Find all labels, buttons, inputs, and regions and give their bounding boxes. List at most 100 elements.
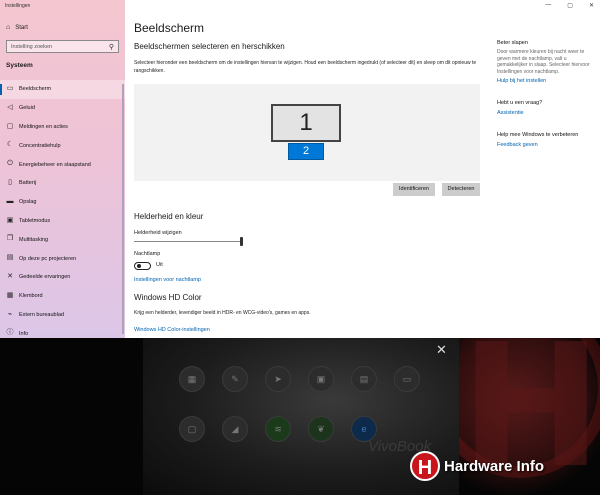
spotify-icon: ≋	[265, 416, 291, 442]
arrange-description: Selecteer hieronder een beeldscherm om d…	[134, 60, 477, 74]
sidebar-item-geluid[interactable]: ◁ Geluid	[0, 99, 125, 118]
sidebar-item-label: Multitasking	[19, 236, 49, 243]
moon-icon: ☾	[6, 141, 14, 149]
improve-title: Help mee Windows te verbeteren	[497, 132, 579, 138]
tablet-icon: ▣	[6, 216, 14, 224]
close-button[interactable]: ✕	[589, 2, 594, 9]
sidebar-item-klembord[interactable]: ▦ Klembord	[0, 287, 125, 306]
hardware-info-logo-text: Hardware Info	[444, 457, 545, 475]
sidebar-item-label: Batterij	[19, 180, 37, 187]
sidebar-item-label: Extern bureaublad	[19, 311, 64, 318]
sidebar: Instellingen ⌂ Start Instelling zoeken ⚲…	[0, 0, 125, 338]
related-panel: Beter slapen Door warmere kleuren bij na…	[497, 40, 595, 148]
search-icon: ⚲	[108, 44, 114, 51]
lock-app-icon: ▢	[179, 416, 205, 442]
sidebar-item-energiebeheer-en-slaapstand[interactable]: ⏻ Energiebeheer en slaapstand	[0, 155, 125, 174]
window-controls: — ▢ ✕	[545, 2, 594, 9]
sleep-help-link[interactable]: Hulp bij het instellen	[497, 78, 595, 84]
search-placeholder: Instelling zoeken	[11, 44, 52, 50]
detect-button[interactable]: Detecteren	[442, 183, 480, 196]
arrange-heading: Beeldschermen selecteren en herschikken	[134, 42, 285, 51]
maximize-button[interactable]: ▢	[567, 2, 573, 9]
sidebar-item-label: Klembord	[19, 293, 43, 300]
assistance-link[interactable]: Assistentie	[497, 110, 595, 116]
project-icon: ▤	[6, 254, 14, 262]
brightness-label: Helderheid wijzigen	[134, 230, 182, 236]
monitor-2[interactable]: 2	[288, 143, 324, 160]
monitor-icon: ▭	[6, 85, 14, 92]
hd-color-description: Krijg een helderder, levendiger beeld in…	[134, 310, 311, 316]
sidebar-item-label: Beeldscherm	[19, 86, 52, 93]
photo-overlay: H ✕ ▦ ✎ ➤ ▣ ▤ ▭ ▢ ◢ ≋ ❦ e VivoBook H Har…	[0, 338, 600, 495]
window-app-icon: ▭	[394, 366, 420, 392]
minimize-button[interactable]: —	[545, 2, 551, 9]
nightlight-state: Uit	[156, 262, 163, 268]
sidebar-item-concentratiehulp[interactable]: ☾ Concentratiehulp	[0, 136, 125, 155]
display-arrangement: 1 2	[134, 84, 480, 181]
search-input[interactable]: Instelling zoeken ⚲	[6, 40, 119, 53]
battery-icon: ▯	[8, 178, 12, 186]
nightlight-label: Nachtlamp	[134, 251, 161, 257]
clipboard-icon: ▦	[6, 291, 14, 299]
brightness-slider-thumb[interactable]	[240, 237, 243, 246]
toggle-knob	[137, 264, 141, 268]
sidebar-item-tabletmodus[interactable]: ▣ Tabletmodus	[0, 212, 125, 231]
nightlight-toggle[interactable]	[134, 262, 151, 270]
storage-icon: ▬	[6, 197, 14, 205]
sidebar-item-batterij[interactable]: ▯ Batterij	[0, 174, 125, 193]
power-icon: ⏻	[7, 160, 13, 168]
document-app-icon: ▤	[351, 366, 377, 392]
sidebar-item-label: Tabletmodus	[19, 217, 51, 224]
sidebar-item-op-deze-pc-projecteren[interactable]: ▤ Op deze pc projecteren	[0, 249, 125, 268]
sidebar-item-label: Info	[19, 330, 29, 337]
settings-window: Instellingen ⌂ Start Instelling zoeken ⚲…	[0, 0, 600, 338]
sleep-description: Door warmere kleuren bij nacht weer te g…	[497, 49, 590, 75]
sidebar-item-label: Op deze pc projecteren	[19, 255, 77, 262]
nightlight-settings-link[interactable]: Instellingen voor nachtlamp	[134, 277, 201, 283]
home-icon: ⌂	[6, 24, 11, 31]
brightness-slider-track[interactable]	[134, 241, 242, 242]
section-title: Systeem	[6, 62, 33, 69]
multitask-icon: ❐	[6, 235, 14, 243]
sidebar-nav: ▭ Beeldscherm ◁ Geluid ▢ Meldingen en acties ☾…	[0, 80, 125, 338]
sidebar-scrollbar[interactable]	[122, 84, 124, 334]
share-icon: ✕	[7, 272, 13, 280]
sidebar-item-extern-bureaublad[interactable]: ⌁ Extern bureaublad	[0, 306, 125, 325]
main-content: — ▢ ✕ Beeldscherm Beeldschermen selecter…	[125, 0, 600, 338]
hd-color-heading: Windows HD Color	[134, 293, 202, 302]
remote-icon: ⌁	[7, 310, 13, 318]
send-app-icon: ➤	[265, 366, 291, 392]
sidebar-item-info[interactable]: ⓘ Info	[0, 324, 125, 338]
a-app-icon: ◢	[222, 416, 248, 442]
sidebar-item-label: Meldingen en acties	[19, 123, 68, 130]
watermark-logo: H Hardware Info	[410, 451, 544, 481]
home-button[interactable]: ⌂ Start	[6, 24, 28, 31]
sleep-title: Beter slapen	[497, 40, 528, 46]
home-label: Start	[15, 24, 28, 31]
sidebar-item-label: Geluid	[19, 105, 35, 112]
evernote-icon: ❦	[308, 416, 334, 442]
monitor-1[interactable]: 1	[271, 104, 341, 142]
speaker-icon: ◁	[7, 103, 13, 111]
media-app-icon: ▣	[308, 366, 334, 392]
feedback-link[interactable]: Feedback geven	[497, 142, 595, 148]
hd-color-settings-link[interactable]: Windows HD Color-instellingen	[134, 327, 210, 333]
info-icon: ⓘ	[6, 329, 14, 337]
sidebar-item-gedeelde-ervaringen[interactable]: ✕ Gedeelde ervaringen	[0, 268, 125, 287]
notification-icon: ▢	[6, 122, 14, 130]
sidebar-item-label: Concentratiehulp	[19, 142, 61, 149]
sidebar-item-label: Gedeelde ervaringen	[19, 274, 71, 281]
sidebar-item-opslag[interactable]: ▬ Opslag	[0, 193, 125, 212]
hardware-info-logo-icon: H	[410, 451, 440, 481]
sidebar-item-multitasking[interactable]: ❐ Multitasking	[0, 230, 125, 249]
identify-button[interactable]: Identificeren	[393, 183, 435, 196]
page-title: Beeldscherm	[134, 21, 205, 35]
app-title: Instellingen	[5, 3, 31, 9]
sidebar-item-label: Energiebeheer en slaapstand	[19, 161, 91, 168]
app-icon: ▦	[179, 366, 205, 392]
sidebar-item-beeldscherm[interactable]: ▭ Beeldscherm	[0, 80, 125, 99]
brightness-heading: Helderheid en kleur	[134, 212, 204, 221]
close-icon[interactable]: ✕	[436, 342, 447, 358]
question-title: Hebt u een vraag?	[497, 100, 543, 106]
sidebar-item-meldingen-en-acties[interactable]: ▢ Meldingen en acties	[0, 118, 125, 137]
